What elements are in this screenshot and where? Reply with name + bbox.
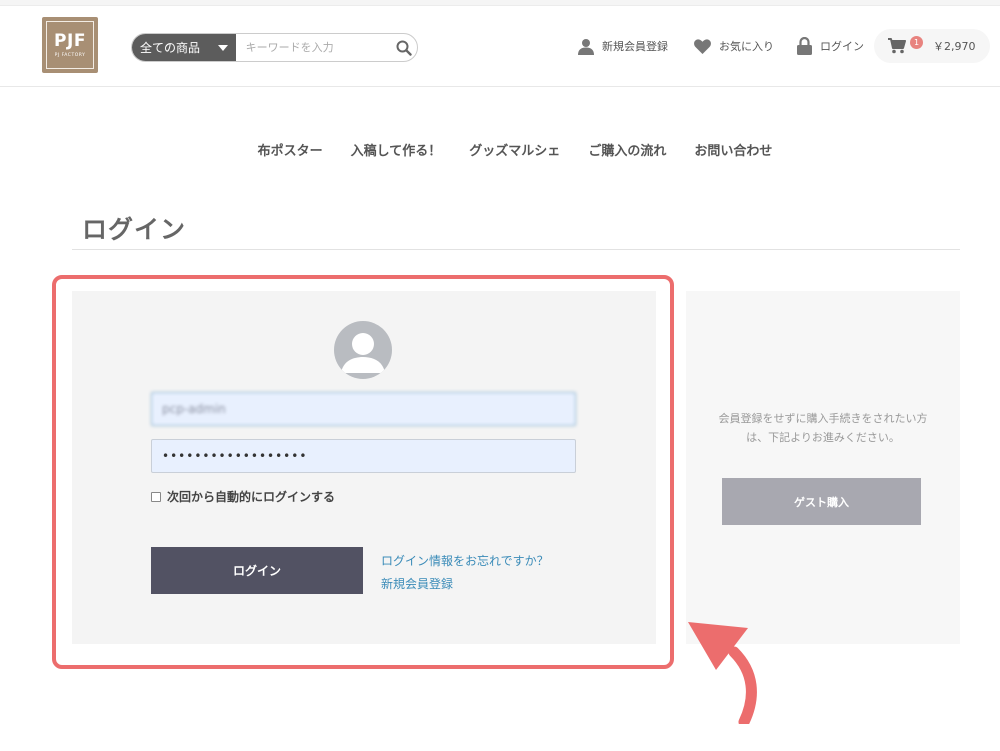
nav-contact[interactable]: お問い合わせ <box>694 140 772 164</box>
category-label: 全ての商品 <box>140 41 201 55</box>
heart-icon <box>694 38 711 54</box>
logo-mark: PJF <box>54 30 86 51</box>
forgot-password-link[interactable]: ログイン情報をお忘れですか？ <box>381 552 549 569</box>
logo-subtitle: PJ FACTORY <box>54 52 86 58</box>
annotation-arrow-icon <box>688 622 757 724</box>
user-icon <box>578 38 594 55</box>
nav-goods-marche[interactable]: グッズマルシェ <box>469 140 560 164</box>
search-bar: 全ての商品 <box>131 33 418 62</box>
nav-purchase-flow[interactable]: ご購入の流れ <box>588 140 666 164</box>
site-header: PJF PJ FACTORY 全ての商品 新規会員登録 お気に入り ログイン 1… <box>0 7 1000 87</box>
category-select[interactable]: 全ての商品 <box>132 34 236 61</box>
nav-cloth-poster[interactable]: 布ポスター <box>258 140 323 164</box>
header-favorites-label: お気に入り <box>719 40 774 53</box>
remember-checkbox[interactable] <box>151 491 161 502</box>
caret-down-icon <box>217 45 228 51</box>
username-input[interactable] <box>151 392 576 426</box>
guest-description: 会員登録をせずに購入手続きをされたい方は、下記よりお進みください。 <box>718 412 928 444</box>
register-link[interactable]: 新規会員登録 <box>381 575 453 592</box>
header-favorites-link[interactable]: お気に入り <box>694 35 774 57</box>
top-strip <box>0 0 1000 6</box>
header-login-label: ログイン <box>820 40 864 53</box>
page-title: ログイン <box>82 215 187 244</box>
header-register-label: 新規会員登録 <box>602 40 668 53</box>
cart-button[interactable]: 1 ￥2,970 <box>874 29 990 63</box>
remember-label: 次回から自動的にログインする <box>167 490 336 504</box>
header-login-link[interactable]: ログイン <box>797 35 864 57</box>
cart-count-badge: 1 <box>910 35 923 49</box>
cart-icon <box>888 38 906 54</box>
main-nav: 布ポスター 入稿して作る！ グッズマルシェ ご購入の流れ お問い合わせ <box>0 140 1000 164</box>
logo-frame: PJF PJ FACTORY <box>46 21 94 69</box>
header-register-link[interactable]: 新規会員登録 <box>578 35 668 57</box>
guest-panel: 会員登録をせずに購入手続きをされたい方は、下記よりお進みください。 ゲスト購入 <box>686 291 960 644</box>
login-button[interactable]: ログイン <box>151 547 363 594</box>
title-divider <box>72 249 960 250</box>
password-input[interactable] <box>151 439 576 473</box>
remember-me[interactable]: 次回から自動的にログインする <box>151 488 335 505</box>
site-logo[interactable]: PJF PJ FACTORY <box>42 17 98 73</box>
avatar-icon <box>334 321 392 379</box>
search-input[interactable] <box>235 34 391 61</box>
guest-purchase-button[interactable]: ゲスト購入 <box>722 478 921 525</box>
login-panel: 次回から自動的にログインする ログイン ログイン情報をお忘れですか？ 新規会員登… <box>72 291 656 644</box>
nav-upload-create[interactable]: 入稿して作る！ <box>351 140 442 164</box>
search-icon[interactable] <box>391 34 417 61</box>
lock-icon <box>797 37 812 55</box>
cart-total: ￥2,970 <box>933 40 976 53</box>
